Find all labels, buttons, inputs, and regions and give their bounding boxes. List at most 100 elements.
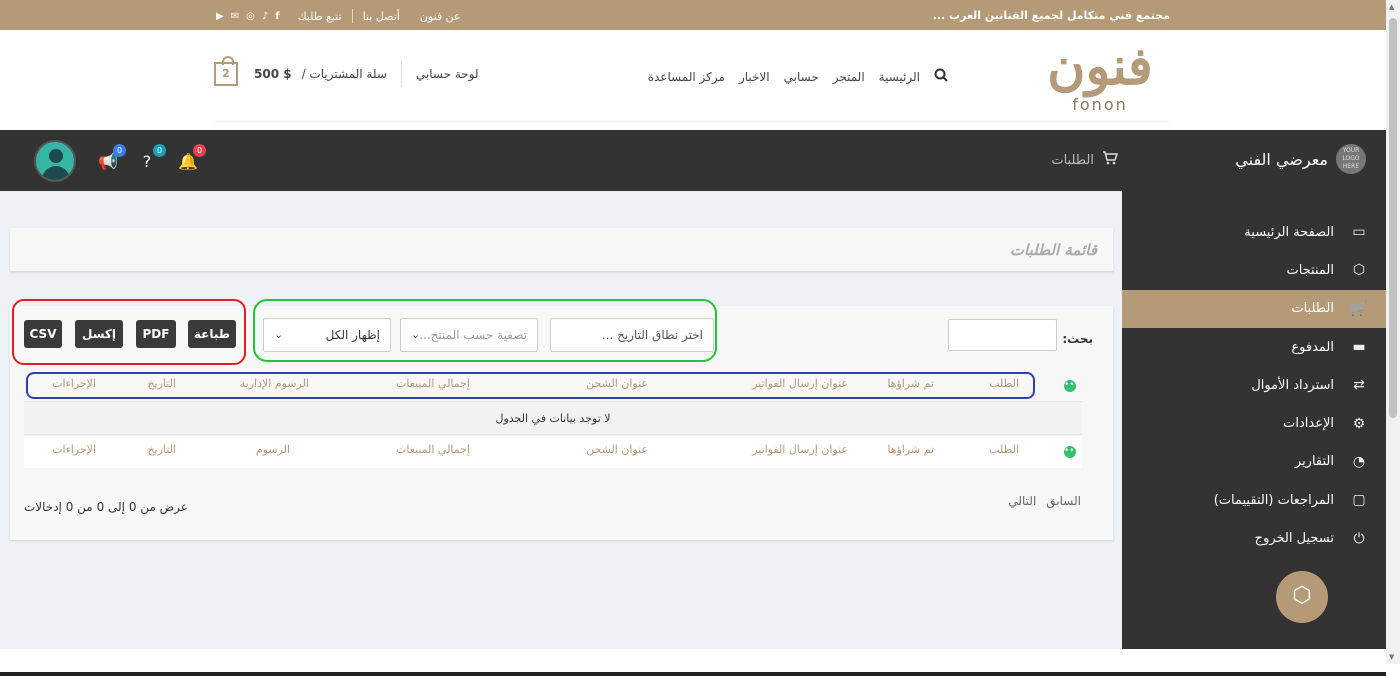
sidebar-item-label: المنتجات xyxy=(1286,262,1334,278)
instagram-icon[interactable]: ◎ xyxy=(246,11,255,22)
chart-icon: ◔ xyxy=(1352,453,1366,470)
mail-icon[interactable]: ✉ xyxy=(231,11,239,22)
orders-shortcut[interactable]: الطلبات xyxy=(1051,151,1119,169)
divider xyxy=(351,9,353,23)
box-icon: ⬡ xyxy=(1292,583,1312,608)
cart-label[interactable]: سلة المشتريات / xyxy=(302,67,387,81)
sidebar-item-logout[interactable]: ⏻ تسجيل الخروج xyxy=(1122,519,1386,557)
expand-row-icon[interactable]: ••• xyxy=(1064,446,1080,458)
cart-icon: 🛒 xyxy=(1350,300,1368,317)
table-header-highlight xyxy=(26,372,1035,399)
show-all-value: إظهار الكل xyxy=(325,328,380,342)
announcement-icon[interactable]: 📢 0 xyxy=(98,143,126,171)
csv-button[interactable]: CSV xyxy=(24,320,62,348)
sidebar-item-label: المراجعات (التقييمات) xyxy=(1213,492,1334,508)
sidebar-item-home[interactable]: ▭ الصفحة الرئيسية xyxy=(1122,213,1386,251)
store-name: معرضي الفني xyxy=(1235,149,1328,169)
search-icon[interactable] xyxy=(934,68,948,85)
table-footer: الطلب تم شراؤها عنوان إرسال الفواتير عنو… xyxy=(24,436,1082,468)
chevron-down-icon: ⌄ xyxy=(411,328,421,341)
column-footer: الإجراءات xyxy=(52,443,96,456)
youtube-icon[interactable]: ▶ xyxy=(216,11,224,22)
search-label: بحث: xyxy=(1062,332,1093,346)
excel-button[interactable]: إكسل xyxy=(75,320,123,348)
sidebar-item-reviews[interactable]: ▢ المراجعات (التقييمات) xyxy=(1122,481,1386,519)
sidebar-item-settings[interactable]: ⚙ الإعدادات xyxy=(1122,404,1386,442)
sidebar-item-label: الطلبات xyxy=(1291,301,1334,317)
empty-table-message: لا توجد بيانات في الجدول xyxy=(24,401,1082,435)
nav-store[interactable]: المتجر xyxy=(833,70,865,84)
top-bar: مجتمع فني متكامل لجميع الفنانين العرب ..… xyxy=(0,0,1386,30)
user-avatar[interactable] xyxy=(34,140,76,182)
column-footer: الطلب xyxy=(989,443,1019,456)
top-links: عن فنون أتصل بنا تتبع طلبك f ♪ ◎ ✉ ▶ xyxy=(216,9,471,23)
column-footer: التاريخ xyxy=(147,443,176,456)
product-filter-placeholder: تصفية حسب المنتج... xyxy=(419,328,527,342)
site-tagline: مجتمع فني متكامل لجميع الفنانين العرب ..… xyxy=(932,9,1170,22)
social-icons: f ♪ ◎ ✉ ▶ xyxy=(216,11,288,22)
nav-help-center[interactable]: مركز المساعدة xyxy=(648,70,725,84)
sidebar-item-reports[interactable]: ◔ التقارير xyxy=(1122,443,1386,481)
box-icon: ⬡ xyxy=(1352,262,1366,279)
scroll-down-icon[interactable]: ▼ xyxy=(1389,653,1394,661)
cart-icon xyxy=(1102,151,1119,169)
sidebar-item-label: تسجيل الخروج xyxy=(1254,531,1334,547)
nav-home[interactable]: الرئيسية xyxy=(879,70,920,84)
nav-account[interactable]: حسابي xyxy=(784,70,819,84)
announcement-badge: 0 xyxy=(113,143,126,157)
contact-link[interactable]: أتصل بنا xyxy=(353,10,410,23)
floating-box-button[interactable]: ⬡ xyxy=(1276,571,1328,623)
divider xyxy=(0,672,1386,676)
cart-total[interactable]: 500 $ xyxy=(254,67,292,81)
sidebar-item-label: الصفحة الرئيسية xyxy=(1244,224,1334,240)
product-filter-select[interactable]: تصفية حسب المنتج... ⌄ xyxy=(400,318,538,352)
header-divider xyxy=(214,121,1170,122)
card-icon: ▬ xyxy=(1352,339,1366,356)
show-all-select[interactable]: إظهار الكل ⌄ xyxy=(263,318,391,352)
bottom-strip xyxy=(0,649,1386,676)
bell-icon[interactable]: 🔔 0 xyxy=(178,143,206,171)
page-title: قائمة الطلبات xyxy=(1009,241,1097,259)
sidebar-item-refunds[interactable]: ⇄ استرداد الأموال xyxy=(1122,366,1386,404)
track-order-link[interactable]: تتبع طلبك xyxy=(288,10,352,23)
about-link[interactable]: عن فنون xyxy=(410,10,471,23)
table-info: عرض من 0 إلى 0 من 0 إدخالات xyxy=(24,500,188,514)
refund-icon: ⇄ xyxy=(1353,377,1365,394)
notification-badge: 0 xyxy=(193,143,206,157)
date-range-placeholder: اختر نطاق التاريخ ... xyxy=(601,328,703,342)
prev-page-button[interactable]: السابق xyxy=(1046,494,1081,508)
sidebar-item-payments[interactable]: ▬ المدفوع xyxy=(1122,328,1386,366)
expand-row-icon[interactable]: ••• xyxy=(1064,380,1080,392)
site-logo[interactable]: فنون fonon xyxy=(1040,36,1160,124)
nav-news[interactable]: الاخبار xyxy=(739,70,770,84)
page-title-card: قائمة الطلبات xyxy=(10,228,1113,272)
help-icon[interactable]: ? 0 xyxy=(138,143,166,171)
pdf-button[interactable]: PDF xyxy=(136,320,176,348)
cart-bag-icon[interactable]: 2 xyxy=(214,56,238,86)
sidebar-item-products[interactable]: ⬡ المنتجات xyxy=(1122,251,1386,289)
tiktok-icon[interactable]: ♪ xyxy=(262,11,268,22)
facebook-icon[interactable]: f xyxy=(275,11,279,22)
dashboard-link[interactable]: لوحة حسابي xyxy=(400,61,479,87)
date-range-input[interactable]: اختر نطاق التاريخ ... xyxy=(550,318,714,352)
next-page-button[interactable]: التالي xyxy=(1008,494,1036,508)
sidebar-item-orders[interactable]: 🛒 الطلبات xyxy=(1122,289,1386,328)
sidebar-item-label: المدفوع xyxy=(1291,339,1334,355)
sidebar-item-label: استرداد الأموال xyxy=(1251,377,1334,393)
store-brand[interactable]: YOUR LOGO HERE معرضي الفني xyxy=(1235,144,1366,174)
vertical-scrollbar[interactable]: ▲ ▼ xyxy=(1386,0,1400,664)
print-button[interactable]: طباعة xyxy=(188,320,236,348)
topbar-icons: 📢 0 ? 0 🔔 0 xyxy=(34,140,206,182)
scroll-up-icon[interactable]: ▲ xyxy=(1389,3,1394,11)
orders-card: CSV إكسل PDF طباعة إظهار الكل ⌄ تصفية حسب… xyxy=(10,299,1113,540)
orders-label: الطلبات xyxy=(1051,152,1094,168)
scrollbar-thumb[interactable] xyxy=(1389,18,1397,418)
search-input[interactable] xyxy=(948,319,1057,351)
column-footer: إجمالي المبيعات xyxy=(395,443,470,456)
help-badge: 0 xyxy=(153,143,166,157)
column-footer: عنوان الشحن xyxy=(586,443,648,456)
logo-english: fonon xyxy=(1072,95,1128,114)
column-footer: عنوان إرسال الفواتير xyxy=(752,443,848,456)
comment-icon: ▢ xyxy=(1352,492,1366,509)
power-icon: ⏻ xyxy=(1353,530,1365,547)
